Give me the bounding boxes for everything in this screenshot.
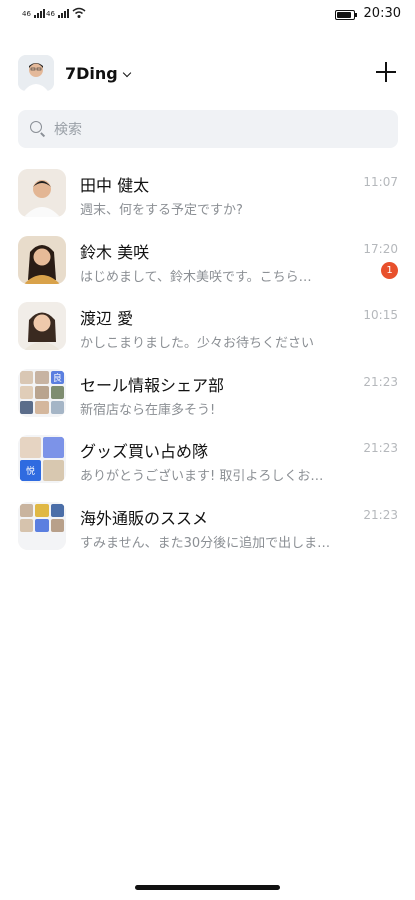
chat-name: グッズ買い占め隊 — [80, 442, 209, 461]
member-photo — [35, 503, 49, 517]
person-avatar-icon — [18, 235, 66, 284]
chat-name: 海外通販のススメ — [80, 508, 209, 528]
battery-icon — [335, 10, 357, 20]
person-avatar-icon — [18, 302, 66, 350]
empty-tile — [20, 534, 34, 548]
chat-preview: 新宿店なら在庫多そう! — [80, 402, 216, 418]
account-switcher[interactable]: 7Ding — [65, 64, 131, 83]
member-photo — [20, 370, 34, 384]
chat-time: 21:23 — [363, 374, 398, 389]
chat-time: 21:23 — [363, 507, 398, 522]
chat-preview: かしこまりました。少々お待ちください — [80, 336, 315, 351]
chevron-down-icon — [122, 68, 131, 78]
member-photo — [35, 385, 49, 400]
member-photo — [50, 518, 64, 533]
chat-preview: すみません、また30分後に追加で出しま… — [80, 535, 331, 551]
person-avatar-icon — [18, 55, 54, 91]
wifi-icon — [72, 7, 86, 18]
member-initial: 悦 — [20, 460, 41, 481]
member-photo — [20, 518, 34, 533]
empty-tile — [35, 534, 49, 548]
home-indicator[interactable] — [135, 885, 280, 890]
member-photo — [20, 503, 34, 517]
chat-name: 田中 健太 — [80, 176, 150, 195]
chat-item[interactable]: 良 セール情報シェア部 新宿店なら在庫多そう! 21:23 — [0, 365, 415, 432]
member-photo — [50, 503, 64, 517]
header: 7Ding — [18, 55, 398, 93]
person-avatar-icon — [18, 169, 66, 217]
chat-item[interactable]: 鈴木 美咲 はじめまして、鈴木美咲です。こちら… 17:20 1 — [0, 232, 415, 299]
add-icon[interactable] — [376, 62, 396, 82]
status-time: 20:30 — [363, 6, 401, 21]
avatar — [18, 235, 66, 284]
status-bar: 46 46 20:30 — [0, 0, 415, 30]
member-photo — [35, 370, 49, 384]
account-name: 7Ding — [65, 64, 118, 83]
signal-label-2: 46 — [46, 10, 55, 18]
chat-name: 鈴木 美咲 — [80, 242, 150, 262]
chat-preview: ありがとうございます! 取引よろしくお… — [80, 469, 324, 484]
unread-badge: 1 — [381, 261, 398, 279]
member-photo — [35, 401, 49, 415]
group-avatar: 良 — [18, 368, 66, 417]
signal-label-1: 46 — [22, 10, 31, 18]
member-photo — [20, 401, 34, 415]
member-photo — [20, 437, 41, 458]
chat-preview: 週末、何をする予定ですか? — [80, 203, 243, 218]
chat-time: 21:23 — [363, 441, 398, 455]
chat-item[interactable]: 悦 グッズ買い占め隊 ありがとうございます! 取引よろしくお… 21:23 — [0, 431, 415, 498]
chat-time: 10:15 — [363, 308, 398, 322]
member-photo — [50, 385, 64, 400]
member-photo — [20, 385, 34, 400]
chat-time: 17:20 — [363, 241, 398, 256]
chat-item[interactable]: 渡辺 愛 かしこまりました。少々お待ちください 10:15 — [0, 298, 415, 365]
account-avatar[interactable] — [18, 55, 54, 91]
chat-name: セール情報シェア部 — [80, 375, 225, 395]
group-avatar: 悦 — [18, 435, 66, 483]
signal-icon: 46 — [22, 9, 46, 18]
avatar — [18, 302, 66, 350]
chat-time: 11:07 — [363, 175, 398, 189]
member-photo — [43, 437, 64, 458]
signal-icon: 46 — [46, 9, 70, 18]
member-initial: 良 — [50, 370, 64, 384]
search-input[interactable]: 検索 — [54, 119, 82, 139]
empty-tile — [50, 534, 64, 548]
chat-item[interactable]: 海外通販のススメ すみません、また30分後に追加で出しま… 21:23 — [0, 498, 415, 565]
chat-list: 田中 健太 週末、何をする予定ですか? 11:07 鈴木 美咲 はじめまして、鈴… — [0, 165, 415, 564]
member-photo — [43, 460, 64, 481]
group-avatar — [18, 501, 66, 550]
search-bar[interactable]: 検索 — [18, 110, 398, 148]
member-photo — [50, 401, 64, 415]
chat-preview: はじめまして、鈴木美咲です。こちら… — [80, 269, 312, 285]
avatar — [18, 169, 66, 217]
search-icon — [30, 121, 42, 133]
chat-item[interactable]: 田中 健太 週末、何をする予定ですか? 11:07 — [0, 165, 415, 232]
member-photo — [35, 518, 49, 533]
chat-name: 渡辺 愛 — [80, 309, 134, 328]
